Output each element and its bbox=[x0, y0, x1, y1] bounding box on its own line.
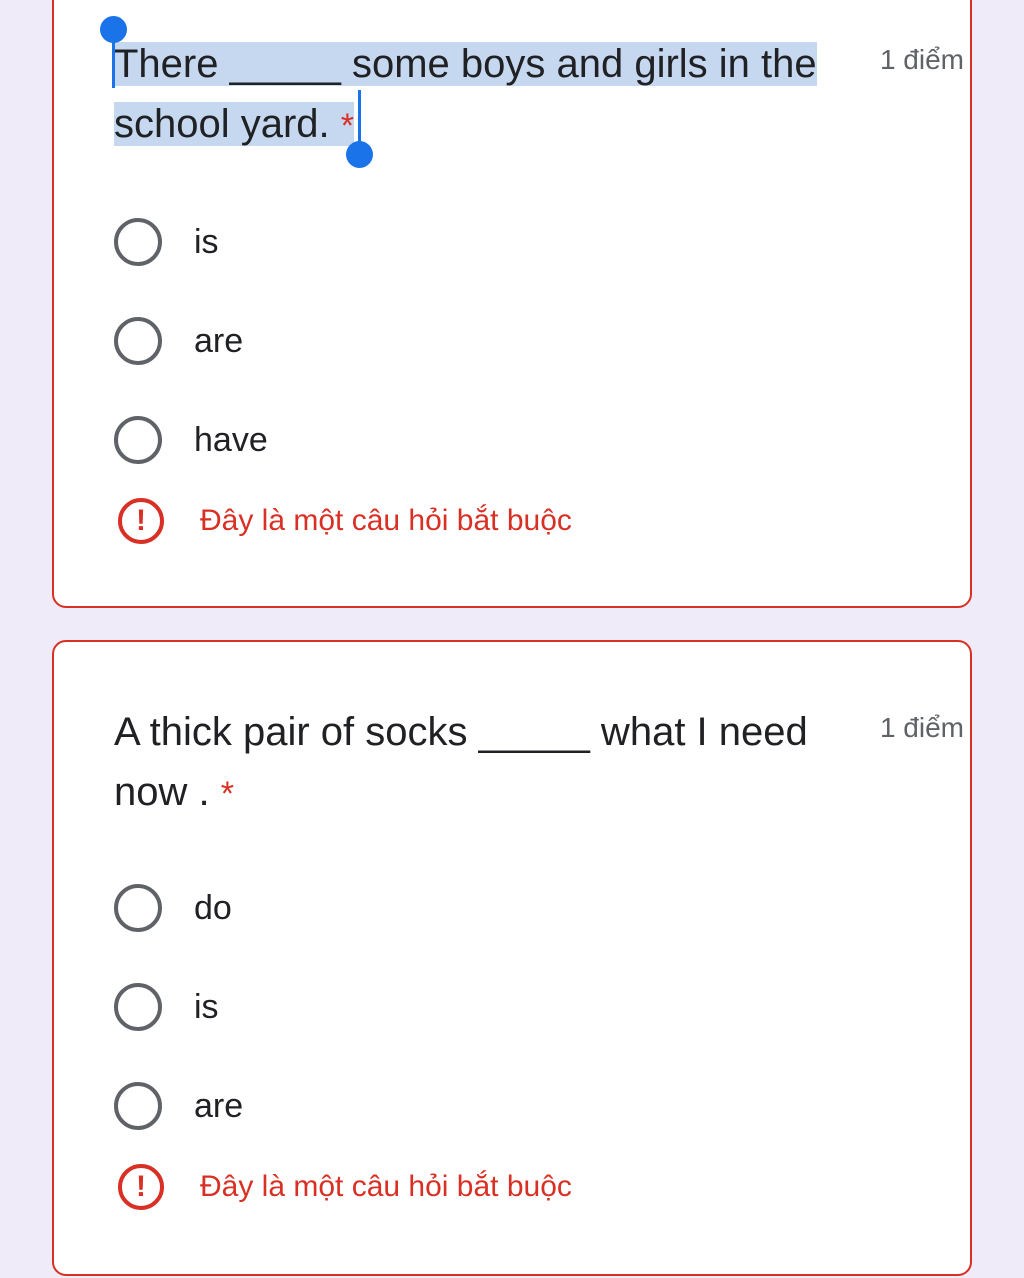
radio-button[interactable] bbox=[114, 317, 162, 365]
error-message: Đây là một câu hỏi bắt buộc bbox=[200, 1170, 572, 1203]
radio-button[interactable] bbox=[114, 218, 162, 266]
required-asterisk: * bbox=[220, 775, 234, 813]
option-label: have bbox=[194, 420, 268, 459]
question-text-line-1: A thick pair of socks _____ what I need bbox=[114, 710, 808, 754]
points-label: 1 điểm bbox=[879, 44, 964, 75]
radio-button[interactable] bbox=[114, 416, 162, 464]
option-do[interactable]: do bbox=[114, 878, 232, 938]
question-card-1: There _____ some boys and girls in the 1… bbox=[52, 0, 972, 608]
error-message: Đây là một câu hỏi bắt buộc bbox=[200, 504, 572, 537]
option-label: are bbox=[194, 1086, 244, 1125]
question-text-line-2: now . * bbox=[114, 770, 234, 814]
option-label: is bbox=[194, 222, 219, 261]
selection-start-handle[interactable] bbox=[100, 16, 127, 88]
radio-button[interactable] bbox=[114, 1082, 162, 1130]
option-label: do bbox=[194, 888, 232, 927]
option-label: are bbox=[194, 321, 244, 360]
option-are[interactable]: are bbox=[114, 1076, 243, 1136]
required-error: ! Đây là một câu hỏi bắt buộc bbox=[118, 496, 572, 546]
required-asterisk: * bbox=[340, 107, 355, 145]
selection-end-handle[interactable] bbox=[346, 90, 373, 168]
question-title: A thick pair of socks _____ what I need … bbox=[114, 702, 964, 822]
points-label: 1 điểm bbox=[879, 712, 964, 743]
question-text-line-2: school yard. * bbox=[114, 102, 355, 146]
option-have[interactable]: have bbox=[114, 410, 268, 470]
question-text-line-2-text: school yard. bbox=[114, 102, 330, 146]
error-icon: ! bbox=[118, 498, 164, 544]
radio-button[interactable] bbox=[114, 983, 162, 1031]
option-label: is bbox=[194, 987, 219, 1026]
option-is[interactable]: is bbox=[114, 212, 219, 272]
question-card-2: A thick pair of socks _____ what I need … bbox=[52, 640, 972, 1276]
question-text-line-2-text: now . bbox=[114, 770, 210, 814]
required-error: ! Đây là một câu hỏi bắt buộc bbox=[118, 1162, 572, 1212]
error-icon: ! bbox=[118, 1164, 164, 1210]
radio-button[interactable] bbox=[114, 884, 162, 932]
question-text-line-1: There _____ some boys and girls in the bbox=[114, 42, 817, 86]
option-is[interactable]: is bbox=[114, 977, 219, 1037]
question-title: There _____ some boys and girls in the 1… bbox=[114, 34, 964, 154]
option-are[interactable]: are bbox=[114, 311, 243, 371]
